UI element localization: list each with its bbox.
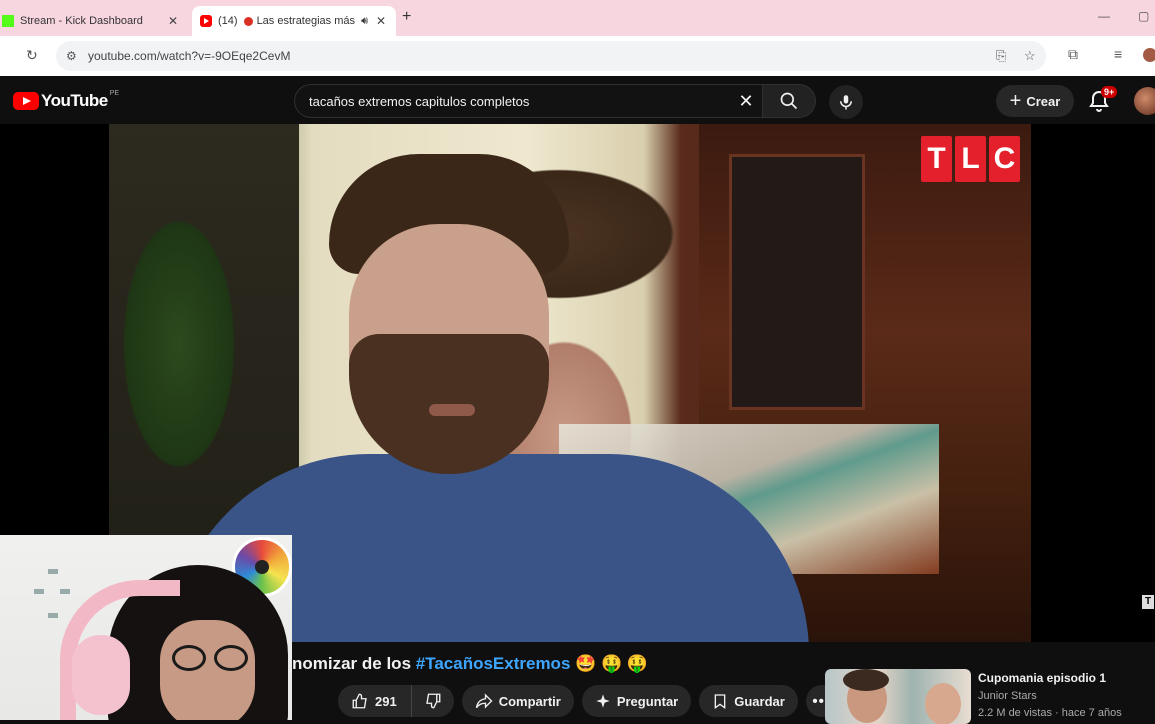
man-face [329,154,569,494]
recommended-meta: 2.2 M de vistas · hace 7 años [978,707,1122,719]
bookmark-star-icon[interactable]: ☆ [1024,48,1036,64]
glasses [172,645,252,671]
url-text[interactable]: youtube.com/watch?v=-9OEqe2CevM [88,49,290,63]
reload-icon[interactable]: ↻ [26,47,38,64]
thumbs-down-icon [425,693,441,709]
thumbs-up-icon [352,693,367,709]
share-icon [475,693,493,709]
streamer-webcam-overlay [0,535,292,720]
search-input[interactable]: tacaños extremos capitulos completos ✕ [294,84,764,118]
video-title: nomizar de los #TacañosExtremos 🤩 🤑 🤑 [292,654,648,674]
overlay-t-icon[interactable]: T [1142,595,1154,609]
title-emojis: 🤩 🤑 🤑 [570,654,649,673]
tab-notification-count: (14) [218,15,238,27]
address-bar[interactable]: ⚙︎ youtube.com/watch?v=-9OEqe2CevM ⎘ ☆ [56,41,1046,71]
browser-tab-strip: Stream - Kick Dashboard ✕ (14) Las estra… [0,0,1155,36]
plus-icon: + [1009,90,1022,112]
youtube-favicon-icon [200,15,212,27]
recommended-channel[interactable]: Junior Stars [978,690,1037,702]
create-label: Crear [1026,93,1061,109]
tlc-letter: L [955,136,986,182]
headphone-earcup [72,635,130,715]
tab-youtube-video[interactable]: (14) Las estrategias más 🔊︎ ✕ [192,6,396,36]
speaker-icon[interactable]: 🔊︎ [361,15,368,28]
install-app-icon[interactable]: ⎘ [996,48,1006,64]
sparkle-icon [596,694,610,708]
tab-kick-dashboard[interactable]: Stream - Kick Dashboard ✕ [0,6,188,36]
search-query[interactable]: tacaños extremos capitulos completos [309,94,728,109]
browser-toolbar: › ↻ ⚙︎ youtube.com/watch?v=-9OEqe2CevM ⎘… [0,36,1155,76]
save-label: Guardar [734,693,785,709]
recommended-video[interactable]: Cupomania episodio 1 Junior Stars 2.2 M … [825,669,1155,724]
recommended-title[interactable]: Cupomania episodio 1 [978,671,1106,685]
profile-avatar[interactable] [1143,48,1155,62]
voice-search-button[interactable] [829,85,863,119]
restore-icon[interactable]: ▢ [1138,9,1149,23]
recording-dot-icon [243,16,253,26]
share-button[interactable]: Compartir [461,685,574,717]
search-button[interactable] [762,84,816,118]
tab-close-icon[interactable]: ✕ [164,14,182,28]
youtube-header: YouTube PE tacaños extremos capitulos co… [0,76,1155,124]
youtube-play-icon [13,92,39,110]
ask-label: Preguntar [616,693,679,709]
recommended-thumbnail[interactable] [825,669,971,724]
hashtag-link[interactable]: #TacañosExtremos [416,654,571,673]
clear-search-icon[interactable]: ✕ [728,91,764,112]
video-actions: 291 Compartir Preguntar Guardar ••• [338,685,838,717]
save-button[interactable]: Guardar [699,685,798,717]
create-button[interactable]: + Crear [996,85,1074,117]
tlc-letter: C [989,136,1020,182]
search-icon [780,92,798,110]
tlc-letter: T [921,136,952,182]
tlc-logo: T L C [921,136,1020,182]
youtube-logo[interactable]: YouTube PE [13,89,120,111]
kick-favicon-icon [2,15,14,27]
microphone-icon [840,95,852,110]
country-code: PE [109,89,120,97]
tab-close-icon[interactable]: ✕ [372,14,390,28]
account-avatar[interactable] [1134,87,1155,115]
site-info-icon[interactable]: ⚙︎ [66,49,86,63]
tab-title: Stream - Kick Dashboard [20,15,143,27]
notifications-badge: 9+ [1101,86,1118,98]
youtube-wordmark: YouTube [41,91,108,110]
dislike-button[interactable] [411,685,454,717]
extensions-icon[interactable]: ⧉ [1068,46,1078,63]
media-controls-icon[interactable]: ≡ [1114,46,1122,62]
like-count: 291 [375,693,397,709]
like-button[interactable]: 291 [338,685,412,717]
forward-icon[interactable]: › [0,47,1,63]
video-title-text: nomizar de los [292,654,416,673]
bookmark-icon [714,694,726,709]
share-label: Compartir [498,693,561,709]
new-tab-button[interactable]: + [402,8,411,26]
like-dislike-group: 291 [338,685,454,717]
ask-button[interactable]: Preguntar [581,685,692,717]
minimize-icon[interactable]: — [1098,9,1110,23]
tab-title: Las estrategias más [256,15,355,27]
